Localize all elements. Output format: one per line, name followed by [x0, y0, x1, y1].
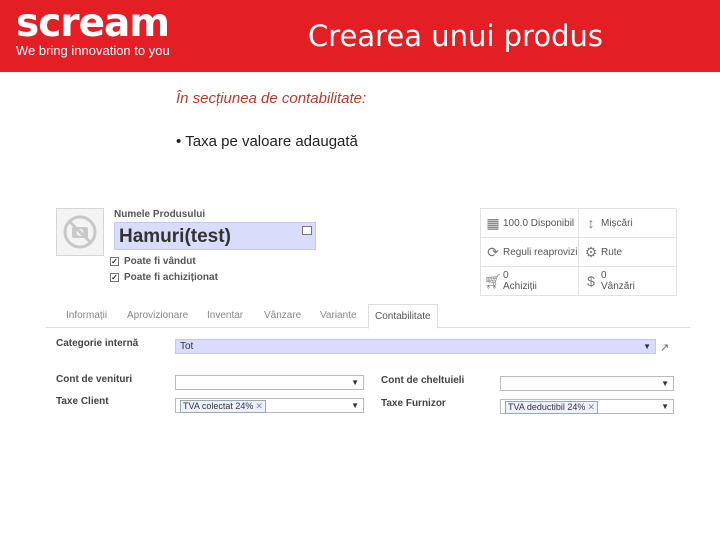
stat-reorder-rules-button[interactable]: ⟳ Reguli reaprovizio — [481, 238, 579, 267]
supplier-tax-tag: TVA deductibil 24% ✕ — [505, 401, 598, 414]
stat-moves-button[interactable]: ↕ Mișcări — [579, 209, 677, 238]
customer-taxes-label: Taxe Client — [56, 396, 109, 407]
stat-sales-count: 0 — [601, 270, 607, 281]
bullet-item: • Taxa pe valoare adaugată — [176, 133, 358, 150]
stat-routes-button[interactable]: ⚙ Rute — [579, 238, 677, 267]
product-name-value: Hamuri(test) — [119, 226, 231, 247]
product-form-screenshot: Numele Produsului Hamuri(test) ✓ Poate f… — [46, 200, 690, 420]
customer-tax-tag: TVA colectat 24% ✕ — [180, 400, 266, 413]
bullet-text: Taxa pe valoare adaugată — [185, 133, 358, 150]
can-be-sold-checkbox[interactable]: ✓ — [110, 257, 119, 266]
stat-reorder-rules-label: Reguli reaprovizio — [503, 246, 579, 258]
gears-icon: ⚙ — [584, 243, 598, 260]
product-name-input[interactable]: Hamuri(test) — [114, 222, 316, 250]
form-tabs: Informații Aprovizionare Inventar Vânzar… — [46, 304, 690, 329]
refresh-icon: ⟳ — [487, 243, 499, 260]
customer-taxes-select[interactable]: TVA colectat 24% ✕ ▼ — [175, 398, 364, 413]
slide-title: Crearea unui produs — [308, 19, 604, 53]
internal-category-label: Categorie internă — [56, 338, 139, 349]
supplier-tax-tag-label: TVA deductibil 24% — [508, 402, 586, 412]
expense-account-label: Cont de cheltuieli — [381, 375, 465, 386]
tab-informatii[interactable]: Informații — [66, 310, 107, 321]
chevron-down-icon: ▼ — [351, 401, 359, 410]
income-account-select[interactable]: ▼ — [175, 375, 364, 390]
supplier-taxes-select[interactable]: TVA deductibil 24% ✕ ▼ — [500, 399, 674, 414]
internal-category-value: Tot — [180, 341, 194, 352]
tab-contabilitate[interactable]: Contabilitate — [368, 304, 438, 329]
translate-icon[interactable] — [302, 226, 312, 235]
tab-vanzare[interactable]: Vânzare — [264, 310, 301, 321]
can-be-sold-label: Poate fi vândut — [124, 256, 196, 267]
internal-category-select[interactable]: Tot ▼ — [175, 339, 656, 354]
dollar-icon: $ — [587, 273, 595, 289]
income-account-label: Cont de venituri — [56, 374, 133, 385]
building-icon: ▦ — [486, 214, 500, 231]
stat-purchases-count: 0 — [503, 270, 509, 281]
supplier-taxes-label: Taxe Furnizor — [381, 398, 446, 409]
stat-sales-text: 0 Vânzări — [601, 270, 635, 292]
product-image-placeholder[interactable] — [56, 208, 104, 256]
stat-purchases-text: 0 Achiziții — [503, 270, 537, 292]
cart-icon: 🛒︎ — [484, 272, 502, 289]
logo-word: scream — [16, 1, 170, 46]
section-subtitle: În secțiunea de contabilitate: — [176, 90, 367, 107]
chevron-down-icon: ▼ — [351, 378, 359, 387]
chevron-down-icon: ▼ — [643, 342, 651, 351]
logo-tagline: We bring innovation to you — [16, 43, 170, 58]
can-be-purchased-checkbox[interactable]: ✓ — [110, 273, 119, 282]
can-be-purchased-label: Poate fi achiziționat — [124, 272, 218, 283]
can-be-sold-row: ✓ Poate fi vândut — [110, 256, 196, 267]
stat-available-label: 100.0 Disponibil — [503, 217, 575, 229]
tab-variante[interactable]: Variante — [320, 310, 357, 321]
stat-available-button[interactable]: ▦ 100.0 Disponibil — [481, 209, 579, 238]
stat-moves-label: Mișcări — [601, 217, 633, 229]
external-link-icon[interactable]: ↗ — [660, 341, 669, 354]
header-bar: scream We bring innovation to you Creare… — [0, 0, 720, 72]
chevron-down-icon: ▼ — [661, 402, 669, 411]
customer-tax-tag-label: TVA colectat 24% — [183, 401, 254, 411]
stat-sales-label: Vânzări — [601, 281, 635, 292]
chevron-down-icon: ▼ — [661, 379, 669, 388]
scream-logo: scream We bring innovation to you — [16, 4, 170, 58]
stat-sales-button[interactable]: $ 0 Vânzări — [579, 267, 677, 296]
stat-purchases-button[interactable]: 🛒︎ 0 Achiziții — [481, 267, 579, 296]
bullet-dot-icon: • — [176, 133, 182, 150]
slide: scream We bring innovation to you Creare… — [0, 0, 720, 540]
remove-tag-icon[interactable]: ✕ — [255, 401, 263, 411]
can-be-purchased-row: ✓ Poate fi achiziționat — [110, 272, 218, 283]
remove-tag-icon[interactable]: ✕ — [587, 402, 595, 412]
product-name-label: Numele Produsului — [114, 209, 206, 220]
tab-aprovizionare[interactable]: Aprovizionare — [127, 310, 188, 321]
camera-off-icon — [63, 215, 97, 249]
arrows-vertical-icon: ↕ — [587, 215, 595, 231]
expense-account-select[interactable]: ▼ — [500, 376, 674, 391]
tab-inventar[interactable]: Inventar — [207, 310, 243, 321]
stat-routes-label: Rute — [601, 246, 623, 258]
stat-purchases-label: Achiziții — [503, 281, 537, 292]
smart-buttons: ▦ 100.0 Disponibil ↕ Mișcări ⟳ Reguli re… — [480, 208, 677, 296]
